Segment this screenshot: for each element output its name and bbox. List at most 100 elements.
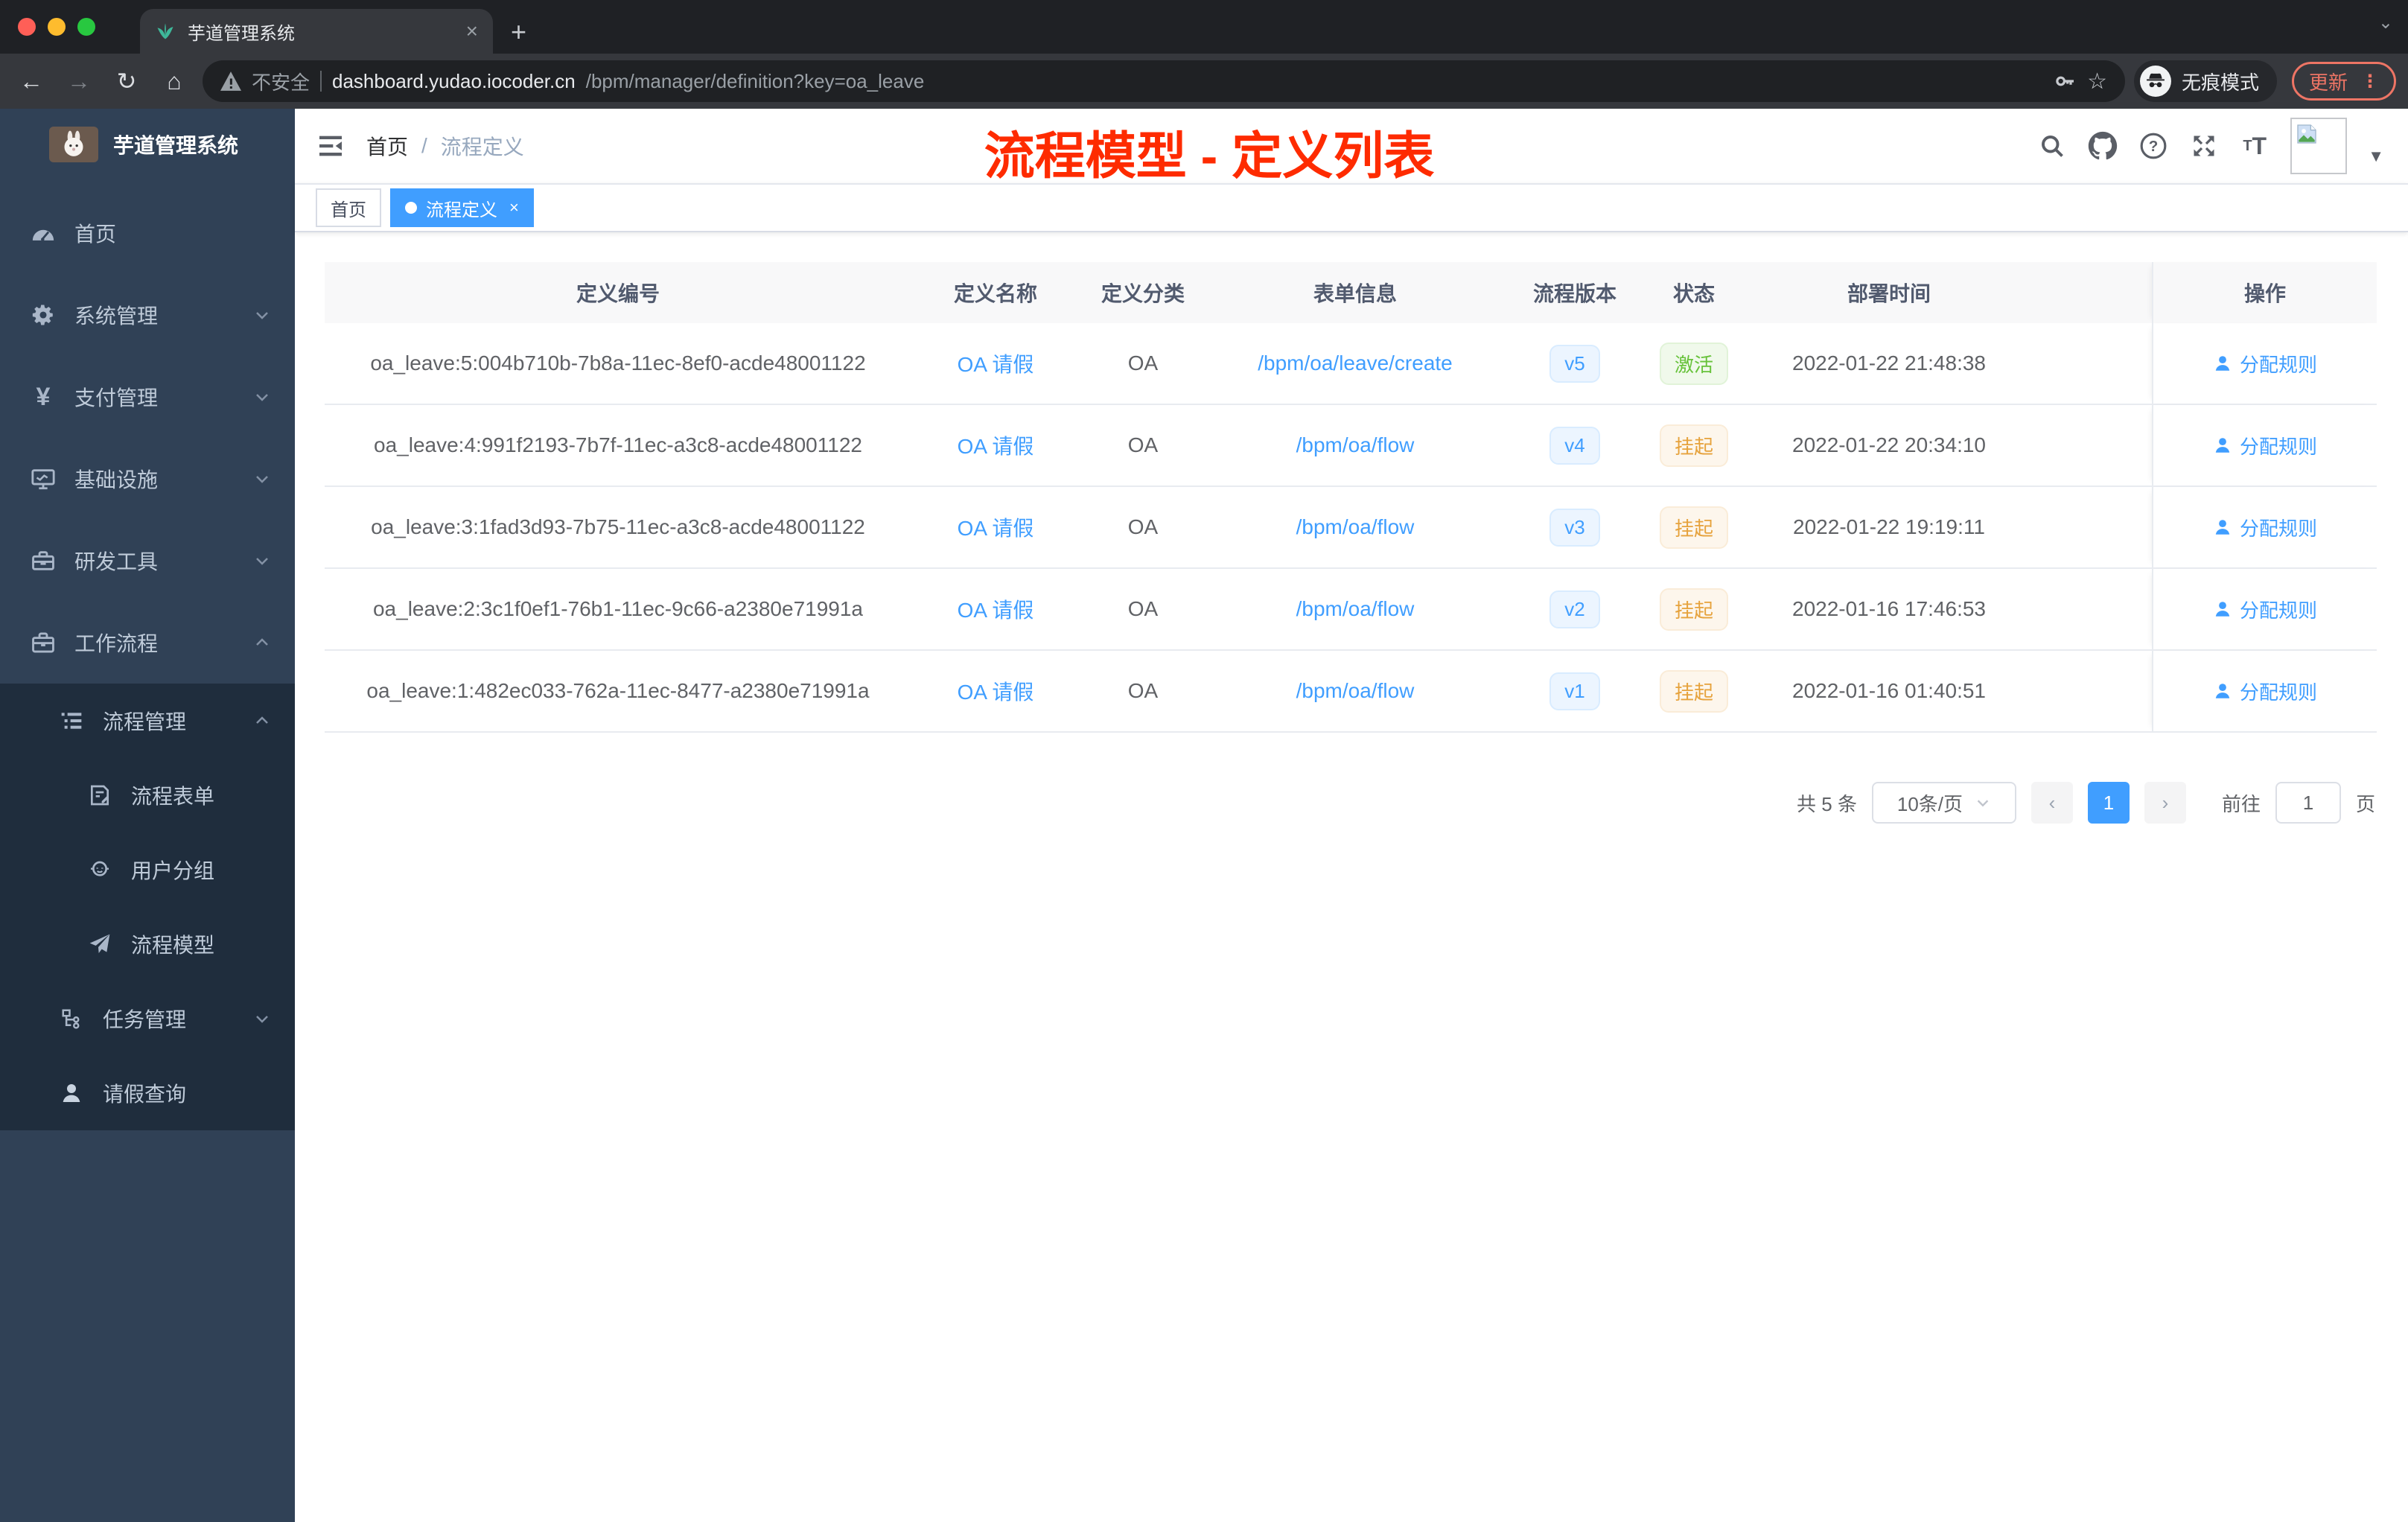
window-minimize-button[interactable] <box>48 18 66 36</box>
chevron-down-icon <box>253 1010 271 1028</box>
forward-icon[interactable]: → <box>60 68 98 95</box>
sidebar-item-task-management[interactable]: 任务管理 <box>0 981 295 1056</box>
tab-title: 芋道管理系统 <box>188 23 295 44</box>
back-icon[interactable]: ← <box>12 68 51 95</box>
table-row: oa_leave:5:004b710b-7b8a-11ec-8ef0-acde4… <box>325 323 2377 405</box>
column-header: 定义名称 <box>953 282 1037 305</box>
tag-label: 首页 <box>331 200 366 220</box>
form-icon <box>86 782 113 809</box>
app-window: 芋道管理系统 首页 系统管理 ¥ 支付管理 基础设施 研发工具 工作流程 流程管… <box>0 109 2408 1522</box>
bookmark-star-icon[interactable]: ☆ <box>2087 69 2107 95</box>
sidebar-item-devtools[interactable]: 研发工具 <box>0 520 295 602</box>
avatar[interactable] <box>2290 118 2348 174</box>
tab-close-icon[interactable]: × <box>466 19 478 43</box>
table-header-row: 定义编号 定义名称 定义分类 表单信息 流程版本 状态 部署时间 操作 <box>325 262 2377 323</box>
update-button[interactable]: 更新 ⋮ <box>2291 62 2396 101</box>
definition-name-link[interactable]: OA 请假 <box>958 681 1034 704</box>
table-row: oa_leave:2:3c1f0ef1-76b1-11ec-9c66-a2380… <box>325 569 2377 651</box>
browser-menu-icon[interactable]: ⋮ <box>2361 71 2379 92</box>
sidebar-item-process-model[interactable]: 流程模型 <box>0 907 295 981</box>
key-icon[interactable] <box>2053 69 2077 93</box>
page-number-button[interactable]: 1 <box>2087 782 2130 824</box>
column-header: 部署时间 <box>1847 282 1931 305</box>
sidebar-toggle-icon[interactable] <box>295 131 366 161</box>
sidebar-item-process-form[interactable]: 流程表单 <box>0 758 295 832</box>
assign-rule-button[interactable]: 分配规则 <box>2213 350 2317 378</box>
user-icon <box>2215 602 2230 617</box>
cell-deploy-time: 2022-01-22 19:19:11 <box>1793 515 1985 538</box>
search-icon[interactable] <box>2037 131 2067 161</box>
definition-table: 定义编号 定义名称 定义分类 表单信息 流程版本 状态 部署时间 操作 oa_l… <box>325 262 2377 733</box>
user-icon <box>2215 520 2230 535</box>
form-link[interactable]: /bpm/oa/flow <box>1296 433 1415 456</box>
sidebar-item-label: 基础设施 <box>74 468 159 491</box>
cell-definition-id: oa_leave:4:991f2193-7b7f-11ec-a3c8-acde4… <box>374 433 862 456</box>
chevron-up-icon <box>253 634 271 652</box>
tab-search-caret-icon[interactable]: ⌄ <box>2378 12 2393 34</box>
cell-deploy-time: 2022-01-16 01:40:51 <box>1792 679 1986 702</box>
version-tag: v3 <box>1549 508 1600 547</box>
address-bar[interactable]: 不安全 dashboard.yudao.iocoder.cn/bpm/manag… <box>203 60 2125 102</box>
assign-rule-button[interactable]: 分配规则 <box>2213 596 2317 623</box>
help-icon[interactable]: ? <box>2138 131 2168 161</box>
sidebar-item-leave-query[interactable]: 请假查询 <box>0 1056 295 1130</box>
assign-rule-button[interactable]: 分配规则 <box>2213 432 2317 459</box>
navbar-actions: ? TT ▼ <box>2037 118 2384 174</box>
window-controls <box>0 0 113 54</box>
assign-rule-button[interactable]: 分配规则 <box>2213 678 2317 705</box>
assign-rule-button[interactable]: 分配规则 <box>2213 514 2317 541</box>
breadcrumb-current: 流程定义 <box>440 136 524 159</box>
next-page-button[interactable]: › <box>2144 782 2186 824</box>
new-tab-button[interactable]: + <box>511 16 526 48</box>
sidebar-item-payment[interactable]: ¥ 支付管理 <box>0 356 295 438</box>
url-path: /bpm/manager/definition?key=oa_leave <box>585 69 925 92</box>
breadcrumb-home[interactable]: 首页 <box>366 131 408 161</box>
tag-process-definition[interactable]: 流程定义 × <box>390 188 534 227</box>
fullscreen-icon[interactable] <box>2189 131 2219 161</box>
window-close-button[interactable] <box>18 18 36 36</box>
sidebar-item-label: 任务管理 <box>103 1008 187 1031</box>
workflow-submenu: 流程管理 流程表单 用户分组 流程模型 任务管理 请假查询 <box>0 684 295 1130</box>
definition-name-link[interactable]: OA 请假 <box>958 435 1034 458</box>
sidebar-item-user-group[interactable]: 用户分组 <box>0 832 295 907</box>
definition-name-link[interactable]: OA 请假 <box>958 599 1034 622</box>
favicon-plant-icon <box>155 21 176 42</box>
form-link[interactable]: /bpm/oa/flow <box>1296 597 1415 620</box>
prev-page-button[interactable]: ‹ <box>2030 782 2073 824</box>
url-host: dashboard.yudao.iocoder.cn <box>332 69 576 92</box>
sidebar-item-infrastructure[interactable]: 基础设施 <box>0 438 295 520</box>
definition-name-link[interactable]: OA 请假 <box>958 517 1034 540</box>
sidebar-item-label: 流程表单 <box>131 785 215 808</box>
table-row: oa_leave:1:482ec033-762a-11ec-8477-a2380… <box>325 651 2377 733</box>
sidebar-item-home[interactable]: 首页 <box>0 192 295 274</box>
github-icon[interactable] <box>2088 131 2118 161</box>
tag-close-icon[interactable]: × <box>509 198 519 217</box>
window-zoom-button[interactable] <box>77 18 95 36</box>
status-badge: 激活 <box>1659 342 1728 385</box>
avatar-caret-icon[interactable]: ▼ <box>2368 147 2384 166</box>
tag-home[interactable]: 首页 <box>316 188 381 227</box>
cell-deploy-time: 2022-01-22 21:48:38 <box>1792 351 1986 375</box>
definition-name-link[interactable]: OA 请假 <box>958 353 1034 376</box>
page-size-value: 10条/页 <box>1896 792 1963 815</box>
form-link[interactable]: /bpm/oa/leave/create <box>1258 351 1453 375</box>
form-link[interactable]: /bpm/oa/flow <box>1296 515 1415 538</box>
cell-category: OA <box>1127 433 1159 456</box>
page-size-select[interactable]: 10条/页 <box>1871 782 2016 824</box>
reload-icon[interactable]: ↻ <box>107 67 146 95</box>
version-tag: v4 <box>1549 426 1600 465</box>
status-badge: 挂起 <box>1659 424 1728 467</box>
sidebar-item-system[interactable]: 系统管理 <box>0 274 295 356</box>
page-content: 定义编号 定义名称 定义分类 表单信息 流程版本 状态 部署时间 操作 oa_l… <box>295 232 2408 1522</box>
form-link[interactable]: /bpm/oa/flow <box>1296 679 1415 702</box>
browser-tab[interactable]: 芋道管理系统 × <box>140 9 493 54</box>
pagination-total: 共 5 条 <box>1797 792 1857 815</box>
home-icon[interactable]: ⌂ <box>155 68 194 95</box>
goto-page-input[interactable] <box>2275 782 2341 824</box>
sidebar-item-process-management[interactable]: 流程管理 <box>0 684 295 758</box>
sidebar-item-workflow[interactable]: 工作流程 <box>0 602 295 684</box>
font-size-icon[interactable]: TT <box>2240 131 2270 161</box>
status-badge: 挂起 <box>1659 588 1728 631</box>
chevron-up-icon <box>253 712 271 730</box>
cell-definition-id: oa_leave:5:004b710b-7b8a-11ec-8ef0-acde4… <box>370 351 866 375</box>
